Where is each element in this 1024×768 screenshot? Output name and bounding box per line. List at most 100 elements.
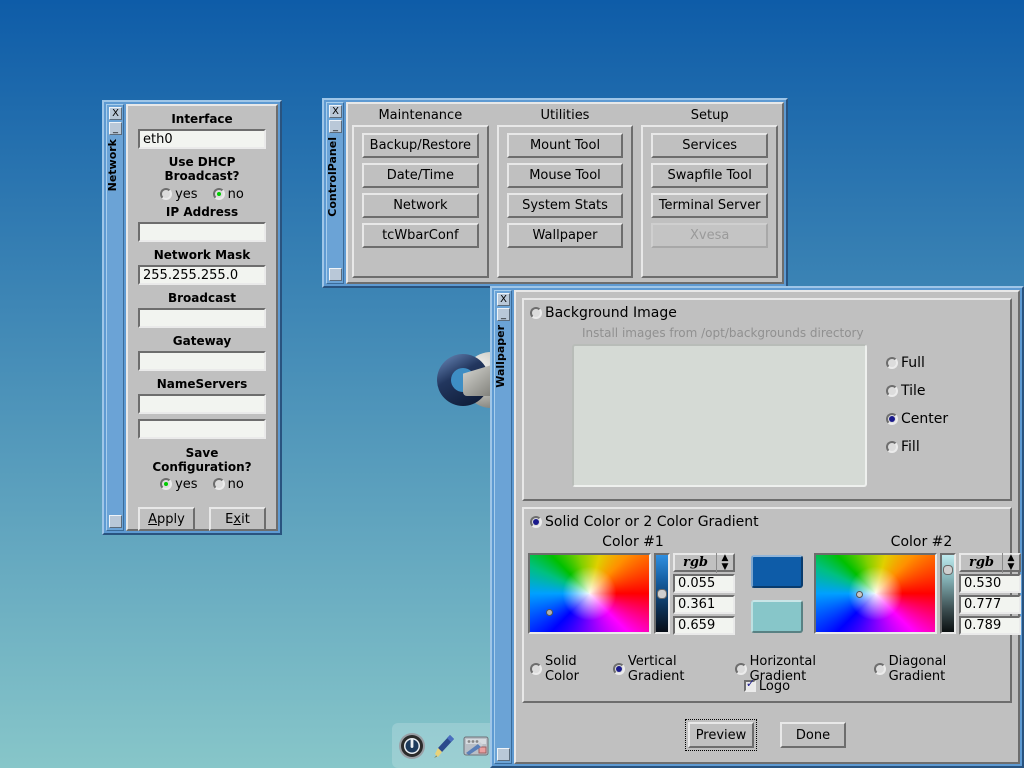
date-time-button[interactable]: Date/Time bbox=[362, 163, 479, 188]
swapfile-tool-button[interactable]: Swapfile Tool bbox=[651, 163, 768, 188]
chevron-updown-icon: ▲▼ bbox=[716, 553, 733, 573]
close-icon[interactable]: X bbox=[109, 107, 122, 120]
radio-dot-icon bbox=[530, 663, 542, 675]
gateway-input[interactable] bbox=[138, 351, 266, 371]
xvesa-button: Xvesa bbox=[651, 223, 768, 248]
nameserver2-input[interactable] bbox=[138, 419, 266, 439]
radio-dot-icon bbox=[874, 663, 886, 675]
color2-b-input[interactable]: 0.789 bbox=[959, 616, 1021, 635]
color1-gradient bbox=[530, 555, 649, 632]
wallpaper-content: Background Image Install images from /op… bbox=[514, 290, 1020, 764]
paint-brush-icon[interactable] bbox=[430, 732, 458, 760]
radio-dot-icon bbox=[886, 441, 898, 453]
exit-button[interactable]: Exit bbox=[209, 507, 266, 531]
color1-marker[interactable] bbox=[546, 609, 553, 616]
checkbox-check-icon bbox=[744, 680, 756, 692]
dhcp-yes-radio[interactable]: yes bbox=[160, 187, 197, 202]
apply-mnemonic: A bbox=[148, 512, 157, 527]
power-icon[interactable] bbox=[398, 732, 426, 760]
control-panel-window: X _ ControlPanel Maintenance Backup/Rest… bbox=[322, 98, 788, 288]
mode-tile-radio[interactable]: Tile bbox=[886, 383, 948, 399]
radio-dot-icon bbox=[530, 516, 542, 528]
color2-value-slider[interactable] bbox=[940, 553, 956, 634]
wallpaper-titlebar[interactable]: X _ Wallpaper bbox=[494, 290, 512, 764]
color1-slider-thumb[interactable] bbox=[657, 589, 667, 599]
background-image-radio[interactable]: Background Image bbox=[530, 305, 677, 321]
network-mask-label: Network Mask bbox=[138, 248, 266, 262]
solid-gradient-group: Solid Color or 2 Color Gradient Color #1 bbox=[522, 507, 1012, 703]
color2-picker[interactable] bbox=[814, 553, 937, 634]
mode-center-radio[interactable]: Center bbox=[886, 411, 948, 427]
chevron-updown-icon: ▲▼ bbox=[1002, 553, 1019, 573]
logo-checkbox[interactable]: Logo bbox=[744, 679, 790, 694]
control-panel-icon[interactable] bbox=[462, 732, 490, 760]
broadcast-input[interactable] bbox=[138, 308, 266, 328]
solid-gradient-radio[interactable]: Solid Color or 2 Color Gradient bbox=[530, 514, 759, 530]
color2-slider-thumb[interactable] bbox=[943, 565, 953, 575]
exit-mnemonic: x bbox=[233, 512, 241, 527]
mouse-tool-button[interactable]: Mouse Tool bbox=[507, 163, 624, 188]
save-no-label: no bbox=[228, 477, 244, 492]
setup-heading: Setup bbox=[641, 108, 778, 125]
network-button[interactable]: Network bbox=[362, 193, 479, 218]
close-icon[interactable]: X bbox=[497, 293, 510, 306]
ip-address-input[interactable] bbox=[138, 222, 266, 242]
color1-title: Color #1 bbox=[528, 534, 738, 550]
color-swatches bbox=[751, 555, 803, 633]
mode-full-radio[interactable]: Full bbox=[886, 355, 948, 371]
solid-gradient-label: Solid Color or 2 Color Gradient bbox=[545, 514, 759, 530]
system-stats-button[interactable]: System Stats bbox=[507, 193, 624, 218]
color2-marker[interactable] bbox=[856, 591, 863, 598]
gateway-label: Gateway bbox=[138, 334, 266, 348]
color1-swatch[interactable] bbox=[751, 555, 803, 588]
color2-r-input[interactable]: 0.530 bbox=[959, 574, 1021, 593]
save-config-label: Save Configuration? bbox=[138, 446, 266, 474]
color1-value-slider[interactable] bbox=[654, 553, 670, 634]
color1-g-input[interactable]: 0.361 bbox=[673, 595, 735, 614]
color2-gradient bbox=[816, 555, 935, 632]
dhcp-label: Use DHCP Broadcast? bbox=[138, 155, 266, 183]
network-window: X _ Network Interface eth0 Use DHCP Broa… bbox=[102, 100, 282, 535]
mode-full-label: Full bbox=[901, 355, 925, 371]
color2-panel: Color #2 rgb ▲▼ 0.530 bbox=[814, 534, 1024, 635]
nameserver1-input[interactable] bbox=[138, 394, 266, 414]
color1-mode-select[interactable]: rgb ▲▼ bbox=[673, 553, 735, 572]
color2-g-input[interactable]: 0.777 bbox=[959, 595, 1021, 614]
minimize-icon[interactable]: _ bbox=[329, 120, 342, 133]
dhcp-no-radio[interactable]: no bbox=[213, 187, 244, 202]
tcwbarconf-button[interactable]: tcWbarConf bbox=[362, 223, 479, 248]
color1-r-input[interactable]: 0.055 bbox=[673, 574, 735, 593]
mount-tool-button[interactable]: Mount Tool bbox=[507, 133, 624, 158]
close-icon[interactable]: X bbox=[329, 105, 342, 118]
wallpaper-button[interactable]: Wallpaper bbox=[507, 223, 624, 248]
radio-dot-icon bbox=[213, 188, 225, 200]
color1-mode-label: rgb bbox=[675, 555, 716, 570]
preview-button[interactable]: Preview bbox=[688, 722, 754, 748]
color1-b-input[interactable]: 0.659 bbox=[673, 616, 735, 635]
dhcp-yes-label: yes bbox=[175, 187, 197, 202]
network-window-title: Network bbox=[106, 139, 124, 191]
logo-label: Logo bbox=[759, 679, 790, 694]
network-titlebar[interactable]: X _ Network bbox=[106, 104, 124, 531]
backup-restore-button[interactable]: Backup/Restore bbox=[362, 133, 479, 158]
done-button[interactable]: Done bbox=[780, 722, 846, 748]
color2-swatch[interactable] bbox=[751, 600, 803, 633]
radio-dot-icon bbox=[613, 663, 625, 675]
minimize-icon[interactable]: _ bbox=[109, 122, 122, 135]
color2-mode-select[interactable]: rgb ▲▼ bbox=[959, 553, 1021, 572]
network-mask-input[interactable]: 255.255.255.0 bbox=[138, 265, 266, 285]
interface-input[interactable]: eth0 bbox=[138, 129, 266, 149]
services-button[interactable]: Services bbox=[651, 133, 768, 158]
color1-picker[interactable] bbox=[528, 553, 651, 634]
mode-fill-radio[interactable]: Fill bbox=[886, 439, 948, 455]
resize-grip-icon[interactable] bbox=[497, 748, 510, 761]
resize-grip-icon[interactable] bbox=[109, 515, 122, 528]
save-config-yes-radio[interactable]: yes bbox=[160, 477, 197, 492]
minimize-icon[interactable]: _ bbox=[497, 308, 510, 321]
resize-grip-icon[interactable] bbox=[329, 268, 342, 281]
terminal-server-button[interactable]: Terminal Server bbox=[651, 193, 768, 218]
apply-button[interactable]: Apply bbox=[138, 507, 195, 531]
save-config-no-radio[interactable]: no bbox=[213, 477, 244, 492]
control-panel-titlebar[interactable]: X _ ControlPanel bbox=[326, 102, 344, 284]
background-image-list[interactable] bbox=[572, 344, 867, 487]
